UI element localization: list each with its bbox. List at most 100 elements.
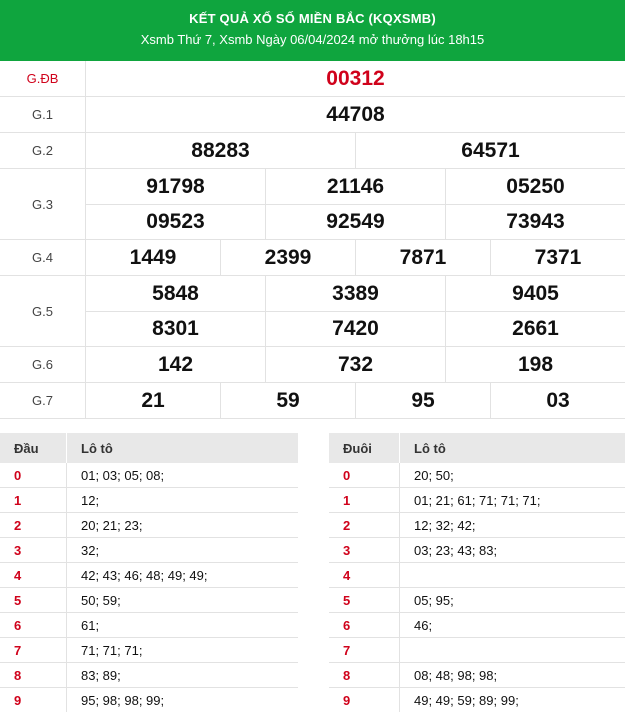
prize-number: 05250 [506, 174, 565, 198]
loto-tail-values [399, 563, 625, 587]
loto-tail-table: Đuôi Lô tô 0 20; 50; 1 01; 21; 61; 71; 71; … [329, 433, 625, 712]
prize-number: 21 [86, 383, 221, 418]
loto-tail-digit: 0 [343, 467, 351, 483]
prize-number: 7420 [266, 312, 446, 346]
loto-head-values: 01; 03; 05; 08; [66, 463, 298, 487]
loto-tail-values: 12; 32; 42; [399, 513, 625, 537]
loto-head-values: 12; [66, 488, 298, 512]
loto-tail-values: 08; 48; 98; 98; [399, 663, 625, 687]
loto-head-digit: 3 [14, 542, 22, 558]
loto-head-digit: 7 [14, 642, 22, 658]
loto-head-header: Đầu Lô tô [0, 433, 298, 463]
prize-label: G.4 [0, 240, 86, 275]
loto-head-values: 50; 59; [66, 588, 298, 612]
prize-label: G.3 [0, 169, 86, 239]
loto-head-row: 8 83; 89; [0, 663, 298, 688]
prize-row: G.3 91798 21146 05250 09523 92549 73943 [0, 169, 625, 240]
prize-number: 95 [356, 383, 491, 418]
loto-tail-col-digit: Đuôi [343, 440, 372, 456]
prize-number: 5848 [86, 276, 266, 311]
prize-number: 91798 [86, 169, 266, 204]
loto-tail-digit: 4 [343, 567, 351, 583]
loto-tail-header: Đuôi Lô tô [329, 433, 625, 463]
loto-tail-row: 5 05; 95; [329, 588, 625, 613]
loto-tail-row: 8 08; 48; 98; 98; [329, 663, 625, 688]
prize-label: G.ĐB [0, 61, 86, 96]
prize-table: G.ĐB 00312 G.1 44708 G.2 88283 64571 G.3 91798 21… [0, 61, 625, 419]
prize-row: G.4 1449 2399 7871 7371 [0, 240, 625, 276]
prize-row: G.6 142 732 198 [0, 347, 625, 383]
prize-number: 2661 [512, 317, 559, 340]
prize-row: G.2 88283 64571 [0, 133, 625, 169]
prize-label: G.2 [0, 133, 86, 168]
loto-head-values: 95; 98; 98; 99; [66, 688, 298, 712]
prize-number: 88283 [86, 133, 356, 168]
prize-number: 142 [86, 347, 266, 382]
loto-head-row: 7 71; 71; 71; [0, 638, 298, 663]
loto-head-digit: 0 [14, 467, 22, 483]
loto-tail-row: 4 [329, 563, 625, 588]
loto-tail-values: 49; 49; 59; 89; 99; [399, 688, 625, 712]
loto-head-values: 71; 71; 71; [66, 638, 298, 662]
prize-label: G.7 [0, 383, 86, 418]
loto-tail-digit: 6 [343, 617, 351, 633]
loto-head-digit: 4 [14, 567, 22, 583]
results-header: KẾT QUẢ XỔ SỐ MIỀN BẮC (KQXSMB) Xsmb Thứ… [0, 0, 625, 61]
loto-head-digit: 8 [14, 667, 22, 683]
prize-number: 3389 [266, 276, 446, 311]
loto-head-row: 1 12; [0, 488, 298, 513]
loto-tail-row: 9 49; 49; 59; 89; 99; [329, 688, 625, 712]
prize-label: G.6 [0, 347, 86, 382]
prize-row: G.ĐB 00312 [0, 61, 625, 97]
loto-tail-values: 20; 50; [399, 463, 625, 487]
loto-tail-values [399, 638, 625, 662]
loto-head-row: 3 32; [0, 538, 298, 563]
loto-tail-digit: 8 [343, 667, 351, 683]
loto-head-digit: 1 [14, 492, 22, 508]
prize-number: 2399 [221, 240, 356, 275]
prize-number: 732 [266, 347, 446, 382]
loto-head-row: 4 42; 43; 46; 48; 49; 49; [0, 563, 298, 588]
loto-tail-values: 05; 95; [399, 588, 625, 612]
loto-head-row: 2 20; 21; 23; [0, 513, 298, 538]
loto-head-digit: 5 [14, 592, 22, 608]
loto-head-values: 20; 21; 23; [66, 513, 298, 537]
loto-head-values: 42; 43; 46; 48; 49; 49; [66, 563, 298, 587]
prize-number: 00312 [326, 66, 385, 90]
prize-row: G.7 21 59 95 03 [0, 383, 625, 419]
loto-head-row: 0 01; 03; 05; 08; [0, 463, 298, 488]
header-subtitle: Xsmb Thứ 7, Xsmb Ngày 06/04/2024 mở thưở… [140, 32, 485, 47]
loto-head-values: 83; 89; [66, 663, 298, 687]
loto-head-digit: 6 [14, 617, 22, 633]
prize-number: 7871 [356, 240, 491, 275]
loto-tail-values: 03; 23; 43; 83; [399, 538, 625, 562]
prize-number: 7371 [534, 245, 582, 269]
loto-tail-row: 6 46; [329, 613, 625, 638]
loto-head-col-digit: Đầu [14, 440, 39, 456]
prize-number: 92549 [266, 205, 446, 239]
prize-number: 44708 [326, 102, 385, 126]
loto-tail-values: 46; [399, 613, 625, 637]
prize-number: 09523 [86, 205, 266, 239]
loto-tail-row: 3 03; 23; 43; 83; [329, 538, 625, 563]
prize-label: G.1 [0, 97, 86, 132]
prize-number: 9405 [512, 281, 559, 305]
loto-tail-row: 1 01; 21; 61; 71; 71; 71; [329, 488, 625, 513]
loto-tail-digit: 3 [343, 542, 351, 558]
loto-tail-row: 2 12; 32; 42; [329, 513, 625, 538]
loto-head-row: 9 95; 98; 98; 99; [0, 688, 298, 712]
loto-tail-digit: 7 [343, 642, 351, 658]
loto-head-row: 6 61; [0, 613, 298, 638]
prize-number: 21146 [266, 169, 446, 204]
loto-tail-digit: 2 [343, 517, 351, 533]
prize-number: 73943 [506, 210, 565, 233]
loto-head-values: 32; [66, 538, 298, 562]
prize-row: G.1 44708 [0, 97, 625, 133]
loto-tail-row: 0 20; 50; [329, 463, 625, 488]
loto-head-table: Đầu Lô tô 0 01; 03; 05; 08; 1 12; 2 20; 21; 2… [0, 433, 298, 712]
prize-number: 198 [517, 352, 554, 376]
loto-head-col-loto: Lô tô [66, 433, 298, 463]
loto-tail-digit: 1 [343, 492, 351, 508]
prize-label: G.5 [0, 276, 86, 346]
prize-row: G.5 5848 3389 9405 8301 7420 2661 [0, 276, 625, 347]
